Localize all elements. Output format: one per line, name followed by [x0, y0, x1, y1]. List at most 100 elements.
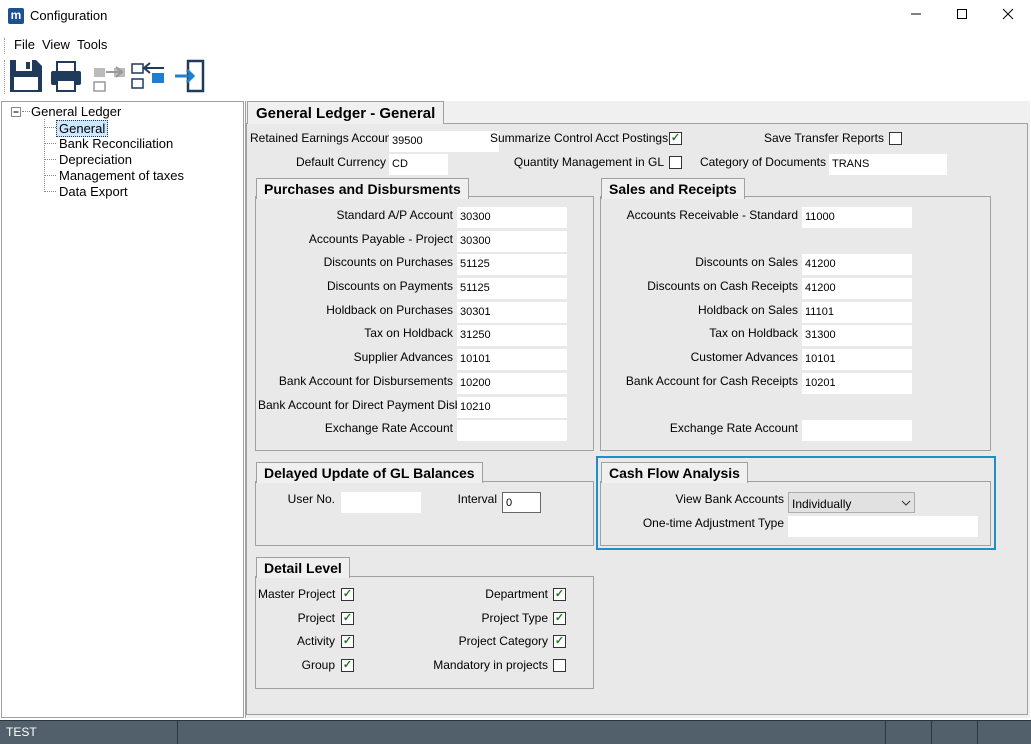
sales-tax-on-holdback-label: Tax on Holdback — [709, 326, 798, 340]
save-button[interactable] — [8, 58, 46, 96]
menu-tools[interactable]: Tools — [77, 37, 107, 52]
retained-earnings-field[interactable]: 39500 — [389, 131, 499, 152]
purchases-supplier-advances-field[interactable]: 10101 — [457, 349, 567, 370]
interval-field[interactable]: 0 — [502, 492, 541, 513]
save-icon — [10, 60, 42, 92]
detail-activity-label: Activity — [296, 634, 335, 648]
sales-group — [600, 196, 991, 451]
retained-earnings-label: Retained Earnings Account — [250, 131, 395, 145]
sales-accounts-receivable-standard-label: Accounts Receivable - Standard — [626, 208, 798, 222]
sales-bank-account-for-cash-receipts-label: Bank Account for Cash Receipts — [625, 374, 798, 388]
sales-bank-account-for-cash-receipts-field[interactable]: 10201 — [802, 373, 912, 394]
detail-level-group-title: Detail Level — [256, 557, 350, 578]
sales-customer-advances-label: Customer Advances — [690, 350, 798, 364]
tree-item-general[interactable]: General — [56, 120, 109, 137]
purchases-bank-account-for-direct-payment-disb-field[interactable]: 10210 — [457, 397, 567, 418]
default-currency-label: Default Currency — [295, 155, 386, 169]
tree-line — [44, 127, 56, 128]
maximize-button[interactable] — [939, 0, 985, 32]
print-icon — [51, 61, 81, 92]
menu-file[interactable]: File — [14, 37, 35, 52]
interval-label: Interval — [457, 492, 497, 506]
sales-accounts-receivable-standard-field[interactable]: 11000 — [802, 207, 912, 228]
purchases-tax-on-holdback-label: Tax on Holdback — [364, 326, 453, 340]
purchases-exchange-rate-account-field[interactable] — [457, 420, 567, 441]
exit-icon — [175, 59, 205, 93]
tree-item-management-of-taxes[interactable]: Management of taxes — [59, 168, 184, 183]
tree-item-bank-reconciliation[interactable]: Bank Reconciliation — [59, 136, 173, 151]
detail-activity-checkbox[interactable]: ✓ — [341, 635, 354, 648]
default-currency-field[interactable]: CD — [389, 154, 448, 175]
detail-department-label: Department — [485, 587, 548, 601]
transfer-out-icon — [93, 66, 125, 92]
purchases-accounts-payable-project-field[interactable]: 30300 — [457, 231, 567, 252]
transfer-in-button[interactable] — [130, 58, 168, 96]
exit-button[interactable] — [172, 58, 210, 96]
quantity-management-checkbox[interactable] — [669, 156, 682, 169]
quantity-management-label: Quantity Management in GL — [513, 155, 664, 169]
print-button[interactable] — [48, 58, 86, 96]
purchases-discounts-on-purchases-field[interactable]: 51125 — [457, 254, 567, 275]
status-segment — [932, 721, 978, 744]
purchases-standard-a-p-account-field[interactable]: 30300 — [457, 207, 567, 228]
purchases-supplier-advances-label: Supplier Advances — [353, 350, 453, 364]
detail-mandatory-in-projects-checkbox[interactable] — [553, 659, 566, 672]
summarize-label: Summarize Control Acct Postings — [490, 131, 669, 145]
toolbar — [0, 58, 1031, 100]
user-no-field[interactable] — [341, 492, 421, 513]
detail-master-project-label: Master Project — [258, 587, 336, 601]
tree-item-depreciation[interactable]: Depreciation — [59, 152, 132, 167]
purchases-discounts-on-purchases-label: Discounts on Purchases — [323, 255, 453, 269]
detail-project-label: Project — [297, 611, 335, 625]
purchases-holdback-on-purchases-field[interactable]: 30301 — [457, 302, 567, 323]
delayed-update-group — [255, 481, 594, 546]
menu-view[interactable]: View — [42, 37, 70, 52]
minimize-button[interactable] — [893, 0, 939, 32]
save-transfer-checkbox[interactable] — [889, 132, 902, 145]
sales-discounts-on-sales-label: Discounts on Sales — [695, 255, 798, 269]
purchases-discounts-on-payments-field[interactable]: 51125 — [457, 278, 567, 299]
purchases-standard-a-p-account-label: Standard A/P Account — [336, 208, 453, 222]
category-of-documents-field[interactable]: TRANS — [829, 154, 947, 175]
close-icon — [1002, 8, 1014, 20]
tree-item-general-ledger[interactable]: General Ledger — [31, 104, 121, 119]
sales-discounts-on-sales-field[interactable]: 41200 — [802, 254, 912, 275]
save-transfer-label: Save Transfer Reports — [763, 131, 884, 145]
menu-grip — [4, 38, 6, 54]
sales-customer-advances-field[interactable]: 10101 — [802, 349, 912, 370]
purchases-discounts-on-payments-label: Discounts on Payments — [326, 279, 453, 293]
status-segment — [178, 721, 886, 744]
sales-holdback-on-sales-label: Holdback on Sales — [697, 303, 798, 317]
maximize-icon — [957, 9, 967, 19]
collapse-icon[interactable] — [11, 107, 22, 118]
status-bar: TEST — [0, 720, 1031, 744]
delayed-update-group-title: Delayed Update of GL Balances — [256, 462, 483, 483]
detail-project-category-checkbox[interactable]: ✓ — [553, 635, 566, 648]
purchases-exchange-rate-account-label: Exchange Rate Account — [324, 421, 453, 435]
summarize-checkbox[interactable]: ✓ — [669, 132, 682, 145]
close-button[interactable] — [985, 0, 1031, 32]
detail-group-checkbox[interactable]: ✓ — [341, 659, 354, 672]
detail-master-project-checkbox[interactable]: ✓ — [341, 588, 354, 601]
tab-general-ledger-general[interactable]: General Ledger - General — [247, 101, 445, 124]
detail-project-category-label: Project Category — [458, 634, 548, 648]
purchases-tax-on-holdback-field[interactable]: 31250 — [457, 325, 567, 346]
status-segment — [978, 721, 1031, 744]
navigation-tree: General Ledger General Bank Reconciliati… — [1, 101, 244, 718]
detail-project-type-checkbox[interactable]: ✓ — [553, 612, 566, 625]
user-no-label: User No. — [287, 492, 335, 506]
sales-discounts-on-cash-receipts-field[interactable]: 41200 — [802, 278, 912, 299]
transfer-out-button[interactable] — [92, 58, 130, 96]
purchases-accounts-payable-project-label: Accounts Payable - Project — [308, 232, 453, 246]
detail-project-checkbox[interactable]: ✓ — [341, 612, 354, 625]
status-text: TEST — [0, 721, 178, 744]
sales-exchange-rate-account-field[interactable] — [802, 420, 912, 441]
purchases-bank-account-for-disbursements-field[interactable]: 10200 — [457, 373, 567, 394]
tree-item-data-export[interactable]: Data Export — [59, 184, 128, 199]
sales-tax-on-holdback-field[interactable]: 31300 — [802, 325, 912, 346]
detail-department-checkbox[interactable]: ✓ — [553, 588, 566, 601]
window-title: Configuration — [30, 8, 108, 23]
minimize-icon — [911, 13, 921, 15]
detail-project-type-label: Project Type — [481, 611, 548, 625]
sales-holdback-on-sales-field[interactable]: 11101 — [802, 302, 912, 323]
